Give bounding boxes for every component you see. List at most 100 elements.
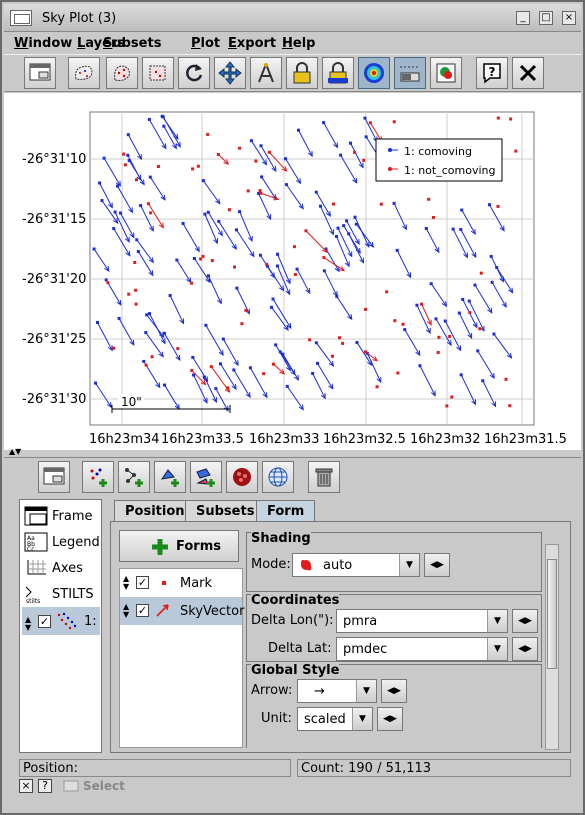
axis-lock-button[interactable] [250, 57, 282, 89]
maximize-button[interactable]: □ [539, 11, 553, 25]
tab-subsets[interactable]: Subsets [185, 500, 266, 522]
minimize-button[interactable]: _ [516, 11, 530, 25]
not-comoving-point [156, 165, 160, 169]
pan-zoom-icon [218, 61, 242, 85]
reorder-handle-icon[interactable]: ▲ ▼ [123, 603, 129, 619]
not-comoving-point [341, 341, 345, 345]
unit-select[interactable]: scaled ▼ [297, 707, 373, 731]
frame-control-item[interactable]: Frame [22, 504, 100, 528]
mark-enabled-checkbox[interactable]: ✓ [136, 576, 149, 589]
tab-form[interactable]: Form [256, 500, 316, 522]
help-button[interactable]: ? [476, 57, 508, 89]
layer-scatter-icon [57, 612, 77, 630]
forms-add-button[interactable]: Forms [119, 530, 239, 562]
scrollbar-thumb[interactable] [547, 559, 557, 669]
form-scrollbar[interactable] [545, 544, 559, 750]
add-vector-plot-button[interactable] [154, 461, 186, 493]
blob-subset-button[interactable] [68, 57, 100, 89]
title-bar[interactable]: Sky Plot (3) _ □ × [4, 4, 581, 32]
stilts-control-item[interactable]: stilts STILTS [22, 582, 100, 606]
add-density-plot-button[interactable] [226, 461, 258, 493]
not-comoving-point [293, 272, 297, 276]
delta-lon-step-buttons[interactable]: ◀▶ [512, 609, 538, 633]
not-comoving-point [362, 158, 366, 162]
split-arrows-icon[interactable]: ▲▼ [9, 447, 21, 456]
close-button[interactable] [512, 57, 544, 89]
close-window-button[interactable]: × [562, 11, 576, 25]
help-small-button[interactable]: ? [38, 779, 52, 793]
shading-group-title: Shading [251, 531, 311, 546]
arrow-step-buttons[interactable]: ◀▶ [381, 679, 407, 703]
svg-text:Cc: Cc [27, 546, 35, 552]
shading-mode-select[interactable]: auto ▼ [292, 553, 420, 577]
delta-lat-field[interactable]: pmdec ▼ [336, 637, 508, 661]
delta-lat-step-buttons[interactable]: ◀▶ [512, 637, 538, 661]
region-subset-button[interactable] [142, 57, 174, 89]
menu-window[interactable]: Window [14, 36, 72, 51]
not-comoving-point [514, 149, 518, 153]
split-pane-divider[interactable]: ▲▼ [4, 447, 581, 458]
add-area-plot-button[interactable] [190, 461, 222, 493]
not-comoving-point [190, 281, 194, 285]
tab-position[interactable]: Position [114, 500, 196, 522]
not-comoving-point [332, 202, 336, 206]
arrow-style-select[interactable]: → ▼ [297, 679, 377, 703]
control-stack-list[interactable]: Frame Aa Bb Cc Legend Axes stilts STILTS ▲… [19, 499, 102, 753]
add-vector-icon [160, 469, 179, 487]
set-alpha-button[interactable] [322, 57, 354, 89]
select-button[interactable]: Select [83, 779, 125, 793]
sky-plot-canvas[interactable]: 10" 1: comoving 1: not_comoving [4, 93, 581, 450]
legend-icon: AaBbCc [24, 532, 48, 552]
reset-view-icon [186, 64, 203, 82]
skyvector-enabled-checkbox[interactable]: ✓ [136, 604, 149, 617]
lock-aspect-button[interactable] [286, 57, 318, 89]
layer-1-visibility-checkbox[interactable]: ✓ [38, 615, 51, 628]
points-subset-button[interactable] [106, 57, 138, 89]
axes-control-item[interactable]: Axes [22, 556, 100, 580]
add-pair-plot-button[interactable] [118, 461, 150, 493]
stilts-label: STILTS [52, 587, 94, 602]
new-window-button[interactable] [24, 57, 56, 89]
float-controls-button[interactable] [38, 461, 70, 493]
menu-help[interactable]: Help [282, 36, 315, 51]
menu-plot[interactable]: Plot [191, 36, 220, 51]
delta-lon-field[interactable]: pmra ▼ [336, 609, 508, 633]
not-comoving-point [401, 322, 405, 326]
sketch-icon [364, 63, 384, 83]
chevron-down-icon[interactable]: ▼ [487, 638, 507, 660]
pan-zoom-button[interactable] [214, 57, 246, 89]
count-status: Count: 190 / 51,113 [297, 759, 571, 777]
legend-control-item[interactable]: Aa Bb Cc Legend [22, 530, 100, 554]
progress-toggle-button[interactable] [394, 57, 426, 89]
menu-export[interactable]: Export [228, 36, 276, 51]
svg-text:stilts: stilts [26, 598, 40, 604]
plot-area[interactable]: 10" 1: comoving 1: not_comoving -26°31'1… [4, 93, 581, 450]
cancel-small-button[interactable]: × [19, 779, 33, 793]
unit-step-buttons[interactable]: ◀▶ [377, 707, 403, 731]
delete-layer-button[interactable] [308, 461, 340, 493]
not-comoving-point [227, 208, 231, 212]
form-list[interactable]: ▲ ▼ ✓ Mark ▲ ▼ ✓ SkyVector [119, 568, 244, 748]
mode-step-buttons[interactable]: ◀▶ [424, 553, 450, 577]
export-image-button[interactable] [430, 57, 462, 89]
sketch-toggle-button[interactable] [358, 57, 390, 89]
chevron-down-icon[interactable]: ▼ [352, 708, 372, 730]
form-item-mark[interactable]: ▲ ▼ ✓ Mark [120, 569, 242, 597]
not-comoving-point [385, 290, 389, 294]
delta-lon-label: Delta Lon("): [251, 613, 334, 628]
not-comoving-point [468, 311, 472, 315]
add-position-plot-button[interactable] [82, 461, 114, 493]
not-comoving-point [353, 150, 357, 154]
menu-subsets[interactable]: Subsets [103, 36, 161, 51]
layer-1-control-item[interactable]: ▲ ▼ ✓ 1: [22, 607, 100, 635]
not-comoving-point [134, 178, 138, 182]
chevron-down-icon[interactable]: ▼ [356, 680, 376, 702]
chevron-down-icon[interactable]: ▼ [487, 610, 507, 632]
reorder-handle-icon[interactable]: ▲ ▼ [123, 575, 129, 591]
add-sky-plot-button[interactable] [262, 461, 294, 493]
reorder-handle-icon[interactable]: ▲ ▼ [25, 616, 31, 632]
reset-view-button[interactable] [178, 57, 210, 89]
form-tab-panel: Forms ▲ ▼ ✓ Mark ▲ ▼ ✓ SkyVector Shading… [110, 521, 571, 753]
chevron-down-icon[interactable]: ▼ [399, 554, 419, 576]
form-item-skyvector[interactable]: ▲ ▼ ✓ SkyVector [120, 597, 244, 625]
